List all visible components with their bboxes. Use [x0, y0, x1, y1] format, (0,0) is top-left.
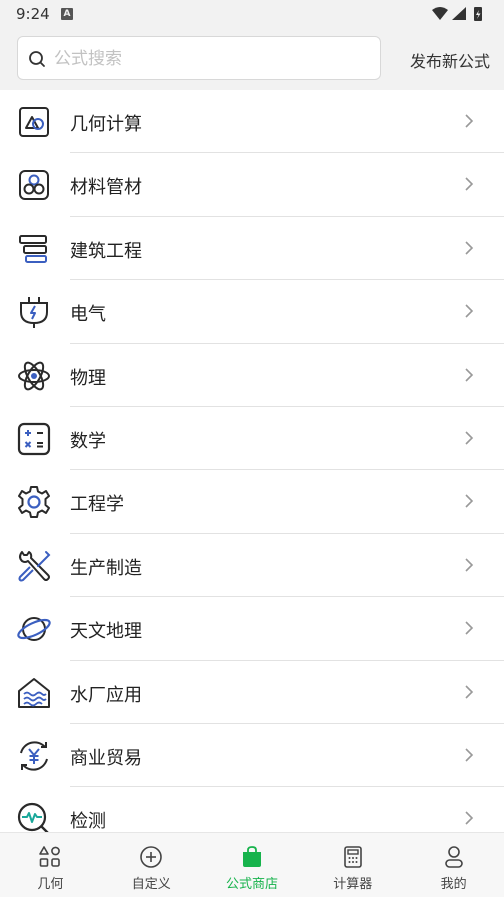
- category-label: 工程学: [70, 494, 124, 516]
- category-item-construction[interactable]: 建筑工程: [0, 217, 504, 281]
- chevron-right-icon: [465, 811, 474, 825]
- search-box[interactable]: [17, 36, 381, 80]
- atom-icon: [18, 361, 50, 390]
- category-label: 几何计算: [70, 114, 142, 135]
- category-list: 几何计算 材料管材 建筑工程 电气 物理 数学 工程学 生产制造 天文地理 水厂…: [0, 90, 504, 832]
- status-bar: 9:24 A: [0, 0, 504, 28]
- category-label: 建筑工程: [70, 240, 142, 262]
- pipes-circles-icon: [19, 170, 49, 201]
- notification-badge: A: [61, 8, 73, 20]
- geometry-shapes-icon: [19, 107, 49, 137]
- tab-formula-store[interactable]: 公式商店: [202, 833, 303, 897]
- category-label: 电气: [70, 304, 106, 326]
- chevron-right-icon: [465, 177, 474, 191]
- publish-formula-button[interactable]: 发布新公式: [410, 48, 490, 72]
- category-label: 生产制造: [70, 557, 142, 579]
- category-label: 天文地理: [70, 621, 142, 643]
- tab-geometry[interactable]: 几何: [0, 833, 101, 897]
- category-item-testing[interactable]: 检测: [0, 787, 504, 832]
- building-blocks-icon: [19, 234, 47, 263]
- tab-label: 公式商店: [225, 877, 278, 892]
- math-operators-icon: [17, 422, 51, 456]
- chevron-right-icon: [465, 114, 474, 128]
- gear-icon: [18, 486, 50, 519]
- shapes-icon: [39, 846, 61, 867]
- category-label: 商业贸易: [70, 747, 142, 769]
- category-item-geometry[interactable]: 几何计算: [0, 90, 504, 154]
- category-item-business-trade[interactable]: 商业贸易: [0, 724, 504, 788]
- chevron-right-icon: [465, 367, 474, 382]
- wifi-icon: [432, 7, 448, 20]
- person-icon: [444, 846, 463, 868]
- chevron-right-icon: [465, 431, 474, 445]
- category-item-manufacturing[interactable]: 生产制造: [0, 534, 504, 598]
- bottom-tab-bar: 几何 自定义 公式商店 计算器 我的: [0, 832, 504, 897]
- chevron-right-icon: [465, 558, 474, 572]
- search-icon: [29, 51, 45, 67]
- category-label: 材料管材: [70, 177, 142, 199]
- category-item-materials[interactable]: 材料管材: [0, 153, 504, 217]
- category-item-physics[interactable]: 物理: [0, 344, 504, 407]
- chevron-right-icon: [465, 621, 474, 635]
- category-item-electrical[interactable]: 电气: [0, 280, 504, 344]
- status-icons: [432, 7, 482, 21]
- header: 发布新公式: [0, 28, 504, 90]
- tab-label: 自定义: [131, 877, 171, 892]
- category-label: 数学: [70, 430, 106, 452]
- chevron-right-icon: [465, 304, 474, 318]
- chevron-right-icon: [465, 748, 474, 762]
- water-plant-icon: [18, 677, 50, 708]
- category-item-engineering[interactable]: 工程学: [0, 470, 504, 534]
- tab-label: 几何: [37, 877, 64, 892]
- planet-icon: [17, 617, 51, 642]
- yen-cycle-icon: [20, 741, 48, 771]
- pulse-magnifier-icon: [17, 803, 49, 832]
- calculator-icon: [343, 846, 362, 868]
- tab-custom[interactable]: 自定义: [101, 833, 202, 897]
- chevron-right-icon: [465, 241, 474, 255]
- tab-label: 计算器: [333, 877, 373, 892]
- search-input[interactable]: [54, 47, 364, 71]
- chevron-right-icon: [465, 684, 474, 699]
- category-label: 检测: [70, 811, 106, 832]
- category-item-water-plant[interactable]: 水厂应用: [0, 661, 504, 724]
- signal-icon: [452, 7, 466, 20]
- category-item-astronomy-geography[interactable]: 天文地理: [0, 597, 504, 661]
- category-label: 水厂应用: [70, 684, 142, 706]
- plus-circle-icon: [140, 846, 162, 868]
- chevron-right-icon: [465, 494, 474, 508]
- shopping-bag-icon: [242, 846, 261, 867]
- tools-icon: [18, 550, 51, 582]
- tab-label: 我的: [440, 877, 467, 892]
- plug-lightning-icon: [20, 297, 48, 329]
- category-item-math[interactable]: 数学: [0, 407, 504, 471]
- tab-calculator[interactable]: 计算器: [302, 833, 403, 897]
- category-label: 物理: [70, 367, 106, 389]
- status-time: 9:24: [16, 5, 50, 23]
- tab-profile[interactable]: 我的: [403, 833, 504, 897]
